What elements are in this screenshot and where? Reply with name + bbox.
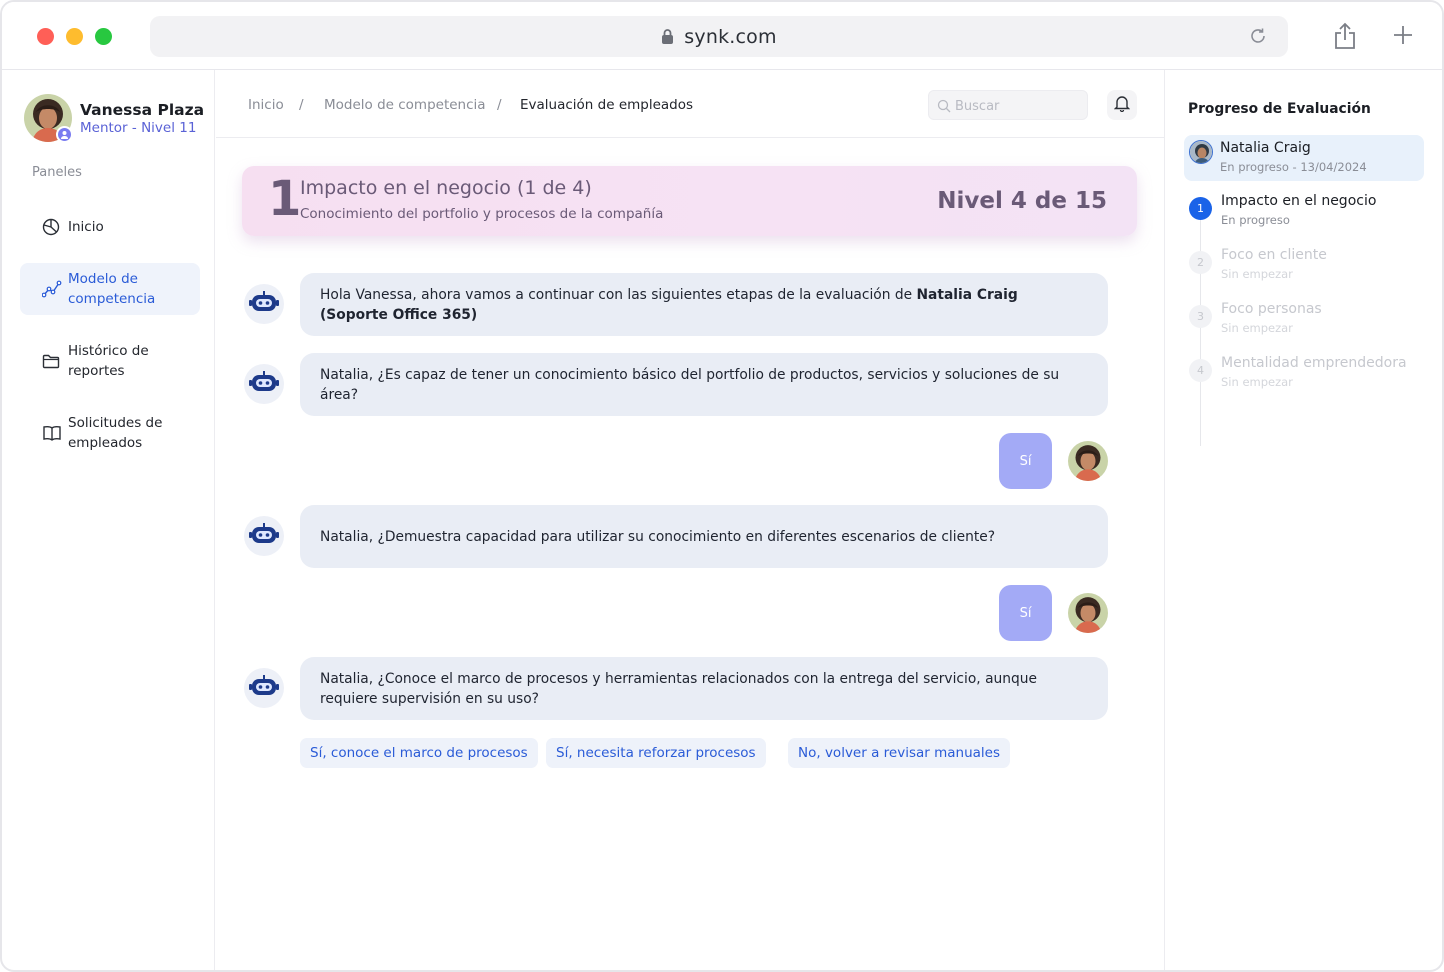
- message-text: Natalia, ¿Demuestra capacidad para utili…: [320, 528, 996, 545]
- bot-avatar: [244, 516, 284, 556]
- answer-option-button[interactable]: Sí, conoce el marco de procesos: [300, 738, 538, 768]
- reload-icon[interactable]: [1248, 26, 1268, 50]
- employee-status: En progreso - 13/04/2024: [1220, 160, 1367, 174]
- sidebar-item-historico-reportes[interactable]: Histórico de reportes: [20, 335, 200, 387]
- breadcrumb-item-current: Evaluación de empleados: [520, 97, 694, 113]
- top-bar: Inicio / Modelo de competencia / Evaluac…: [216, 70, 1164, 138]
- notifications-button[interactable]: [1107, 90, 1137, 120]
- bot-message: Natalia, ¿Conoce el marco de procesos y …: [300, 657, 1108, 720]
- user-reply: Sí: [999, 585, 1052, 641]
- bot-avatar: [244, 364, 284, 404]
- sidebar-item-label: Solicitudes de empleados: [68, 415, 163, 451]
- message-text: Natalia, ¿Conoce el marco de procesos y …: [320, 670, 1037, 707]
- new-tab-icon[interactable]: [1392, 24, 1414, 50]
- address-bar[interactable]: synk.com: [150, 16, 1288, 57]
- maximize-window-button[interactable]: [95, 28, 112, 45]
- step-number: 3: [1189, 305, 1212, 328]
- avatar: [1189, 140, 1213, 164]
- step-title: Mentalidad emprendedora: [1221, 355, 1407, 371]
- breadcrumb-item-inicio[interactable]: Inicio: [248, 97, 284, 113]
- sidebar-section-label: Paneles: [32, 165, 82, 180]
- breadcrumb-item-modelo[interactable]: Modelo de competencia: [324, 97, 486, 113]
- step-status: Sin empezar: [1221, 267, 1293, 281]
- robot-icon: [248, 371, 280, 397]
- level-indicator: Nivel 4 de 15: [937, 188, 1107, 214]
- sidebar: Vanessa Plaza Mentor - Nivel 11 Paneles …: [2, 70, 215, 970]
- robot-icon: [248, 523, 280, 549]
- bot-avatar: [244, 668, 284, 708]
- bot-message: Natalia, ¿Es capaz de tener un conocimie…: [300, 353, 1108, 416]
- stage-number: 1: [268, 171, 302, 227]
- sidebar-item-modelo-competencia[interactable]: Modelo de competencia: [20, 263, 200, 315]
- step-title: Foco en cliente: [1221, 247, 1327, 263]
- url-text: synk.com: [684, 26, 777, 48]
- message-text: Hola Vanessa, ahora vamos a continuar co…: [320, 286, 917, 303]
- search-input[interactable]: [955, 96, 1080, 116]
- book-icon: [42, 425, 64, 441]
- mentor-badge-icon: [56, 126, 73, 143]
- step-status: En progreso: [1221, 213, 1290, 227]
- close-window-button[interactable]: [37, 28, 54, 45]
- step-status: Sin empezar: [1221, 375, 1293, 389]
- step-number: 4: [1189, 359, 1212, 382]
- employee-card[interactable]: Natalia Craig En progreso - 13/04/2024: [1184, 135, 1424, 181]
- user-role: Mentor - Nivel 11: [80, 120, 197, 136]
- step-status: Sin empezar: [1221, 321, 1293, 335]
- pie-chart-icon: [42, 218, 64, 236]
- browser-window: synk.com Vanessa Plaza Mentor - Nivel 11…: [0, 0, 1444, 972]
- step-number: 1: [1189, 197, 1212, 220]
- employee-name: Natalia Craig: [1220, 140, 1311, 156]
- message-text: Natalia, ¿Es capaz de tener un conocimie…: [320, 366, 1060, 403]
- main-content: Inicio / Modelo de competencia / Evaluac…: [216, 70, 1164, 970]
- breadcrumb-separator: /: [299, 97, 304, 113]
- progress-title: Progreso de Evaluación: [1188, 101, 1371, 117]
- user-reply: Sí: [999, 433, 1052, 489]
- sidebar-item-label: Histórico de reportes: [68, 343, 149, 379]
- answer-option-button[interactable]: Sí, necesita reforzar procesos: [546, 738, 766, 768]
- evaluation-stage-banner: 1 Impacto en el negocio (1 de 4) Conocim…: [242, 166, 1137, 236]
- step-title: Impacto en el negocio: [1221, 193, 1377, 209]
- sidebar-item-label: Modelo de competencia: [68, 271, 156, 307]
- bot-message: Natalia, ¿Demuestra capacidad para utili…: [300, 505, 1108, 568]
- avatar: [1068, 441, 1108, 481]
- bot-message: Hola Vanessa, ahora vamos a continuar co…: [300, 273, 1108, 336]
- search-icon: [937, 98, 951, 117]
- robot-icon: [248, 291, 280, 317]
- trend-line-icon: [42, 280, 64, 298]
- browser-toolbar: synk.com: [2, 2, 1442, 70]
- bell-icon: [1113, 95, 1131, 116]
- step-number: 2: [1189, 251, 1212, 274]
- folder-icon: [42, 353, 64, 369]
- sidebar-item-inicio[interactable]: Inicio: [20, 211, 200, 243]
- robot-icon: [248, 675, 280, 701]
- lock-icon: [661, 28, 674, 50]
- user-name: Vanessa Plaza: [80, 101, 205, 119]
- search-box[interactable]: [928, 90, 1088, 120]
- progress-panel: Progreso de Evaluación Natalia Craig En …: [1164, 70, 1442, 970]
- sidebar-item-label: Inicio: [68, 219, 104, 235]
- minimize-window-button[interactable]: [66, 28, 83, 45]
- bot-avatar: [244, 284, 284, 324]
- stage-title: Impacto en el negocio (1 de 4): [300, 177, 592, 199]
- share-icon[interactable]: [1333, 22, 1357, 54]
- answer-option-button[interactable]: No, volver a revisar manuales: [788, 738, 1010, 768]
- step-title: Foco personas: [1221, 301, 1322, 317]
- stage-subtitle: Conocimiento del portfolio y procesos de…: [300, 206, 664, 222]
- avatar: [1068, 593, 1108, 633]
- sidebar-item-solicitudes-empleados[interactable]: Solicitudes de empleados: [20, 407, 200, 459]
- breadcrumb-separator: /: [497, 97, 502, 113]
